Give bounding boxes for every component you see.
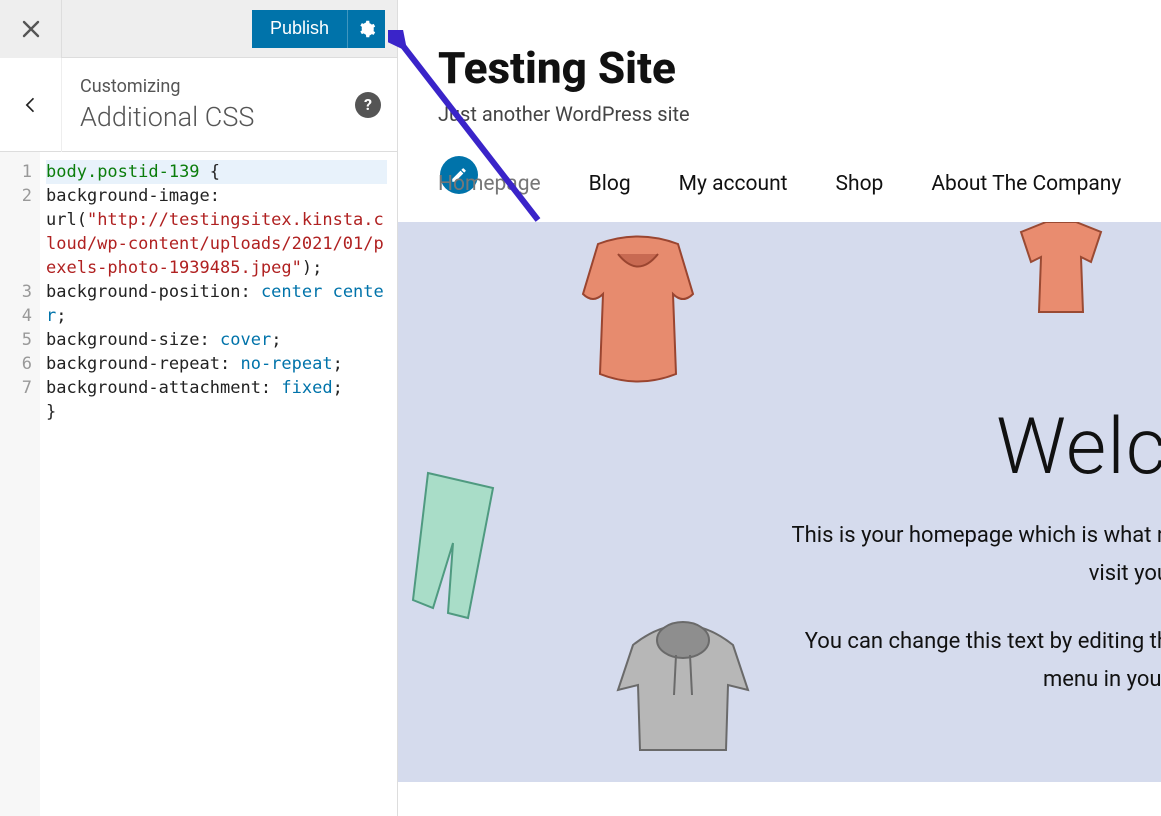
line-number bbox=[0, 232, 32, 256]
line-number: 6 bbox=[0, 352, 32, 376]
code-token: background-size: bbox=[46, 330, 220, 350]
hero-section: Welc This is your homepage which is what… bbox=[398, 222, 1161, 782]
publish-button[interactable]: Publish bbox=[252, 10, 347, 48]
chevron-left-icon bbox=[21, 95, 41, 115]
illustration-pants bbox=[398, 468, 508, 628]
site-header: Testing Site Just another WordPress site bbox=[398, 0, 1161, 194]
editor-code[interactable]: body.postid-139 { background-image: url("… bbox=[40, 152, 397, 816]
panel-header: Customizing Additional CSS ? bbox=[0, 58, 397, 152]
code-token: ; bbox=[333, 354, 343, 374]
code-token: } bbox=[46, 402, 56, 422]
code-token: .postid-139 bbox=[87, 162, 200, 182]
hero-text: visit you bbox=[1089, 556, 1161, 591]
illustration-jacket bbox=[568, 234, 708, 394]
customizer-topbar: Publish bbox=[0, 0, 397, 58]
line-number: 7 bbox=[0, 376, 32, 400]
code-token: url( bbox=[46, 210, 87, 230]
hero-heading: Welc bbox=[996, 402, 1161, 493]
css-editor[interactable]: 1 2 3 4 5 6 7 body.postid-139 { backgroun… bbox=[0, 152, 397, 816]
code-token: ); bbox=[302, 258, 322, 278]
line-number: 2 bbox=[0, 184, 32, 208]
line-number: 1 bbox=[0, 160, 32, 184]
code-token: cover bbox=[220, 330, 271, 350]
hero-text: menu in your bbox=[1043, 662, 1161, 697]
line-number bbox=[0, 256, 32, 280]
editor-gutter: 1 2 3 4 5 6 7 bbox=[0, 152, 40, 816]
line-number: 4 bbox=[0, 304, 32, 328]
site-preview: Testing Site Just another WordPress site… bbox=[398, 0, 1161, 816]
line-number: 3 bbox=[0, 280, 32, 304]
code-token: { bbox=[200, 162, 220, 182]
site-tagline: Just another WordPress site bbox=[438, 102, 1161, 126]
code-token: background-position: bbox=[46, 282, 261, 302]
line-number bbox=[0, 208, 32, 232]
hero-text: This is your homepage which is what n bbox=[792, 518, 1161, 553]
publish-settings-button[interactable] bbox=[347, 10, 385, 48]
code-token: fixed bbox=[281, 378, 332, 398]
help-button[interactable]: ? bbox=[355, 92, 381, 118]
code-token: no-repeat bbox=[240, 354, 332, 374]
line-number: 5 bbox=[0, 328, 32, 352]
nav-about[interactable]: About The Company bbox=[931, 172, 1121, 196]
code-token: ; bbox=[56, 306, 66, 326]
code-token: background-attachment: bbox=[46, 378, 281, 398]
site-title[interactable]: Testing Site bbox=[438, 42, 1161, 94]
close-button[interactable] bbox=[0, 0, 62, 58]
illustration-shirt bbox=[1001, 222, 1121, 322]
close-icon bbox=[22, 20, 40, 38]
code-token: ; bbox=[333, 378, 343, 398]
code-token: ; bbox=[271, 330, 281, 350]
nav-homepage[interactable]: Homepage bbox=[438, 172, 541, 196]
customizing-label: Customizing bbox=[80, 76, 345, 97]
nav-blog[interactable]: Blog bbox=[589, 172, 631, 196]
nav-shop[interactable]: Shop bbox=[836, 172, 884, 196]
code-token: "http://testingsitex.kinsta.cloud/wp-con… bbox=[46, 210, 384, 278]
gear-icon bbox=[358, 20, 376, 38]
illustration-hoodie bbox=[608, 610, 758, 760]
back-button[interactable] bbox=[0, 58, 62, 152]
primary-nav: Homepage Blog My account Shop About The … bbox=[398, 172, 1161, 222]
code-token: background-image: bbox=[46, 186, 230, 206]
customizer-sidebar: Publish Customizing Additional CSS ? 1 2 bbox=[0, 0, 398, 816]
hero-text: You can change this text by editing th bbox=[805, 624, 1161, 659]
section-title: Additional CSS bbox=[80, 101, 345, 133]
nav-account[interactable]: My account bbox=[679, 172, 788, 196]
code-token: body bbox=[46, 162, 87, 182]
code-token: background-repeat: bbox=[46, 354, 240, 374]
